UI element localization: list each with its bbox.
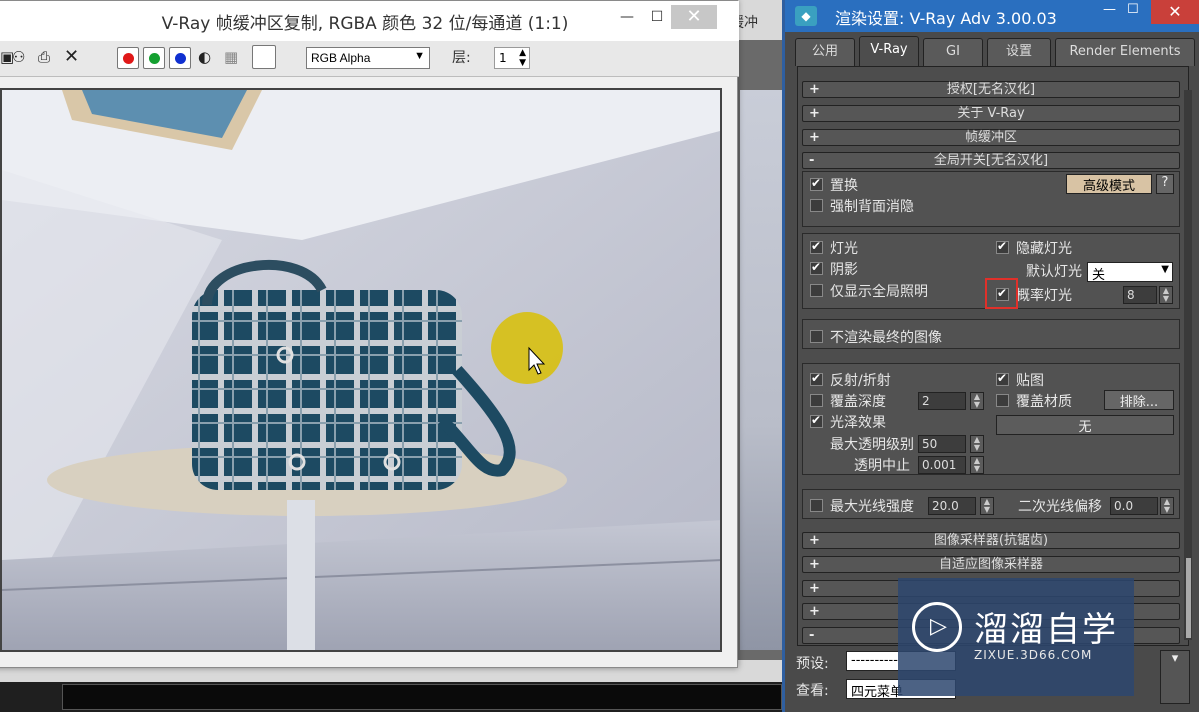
override-depth-spinner[interactable]: 2 [918,392,966,410]
probabilistic-lights-label: 概率灯光 [1016,288,1072,304]
highlight-box [985,278,1018,309]
vray-settings-pane: + 授权[无名汉化] + 关于 V-Ray + 帧缓冲区 - 全局开关[无名汉化] + 图… [797,66,1189,646]
lights-label: 灯光 [830,241,858,257]
lights-checkbox[interactable] [810,239,823,254]
force-backface-label: 强制背面消隐 [830,199,914,215]
help-button[interactable]: ? [1156,174,1174,194]
secondary-ray-bias-label: 二次光线偏移 [1018,499,1102,515]
reflection-refraction-checkbox[interactable] [810,371,823,386]
shadows-checkbox[interactable] [810,260,823,275]
rollout-global-switches[interactable]: - 全局开关[无名汉化] [802,152,1180,169]
rollout-frame-buffer[interactable]: + 帧缓冲区 [802,129,1180,146]
rollout-adaptive-sampler[interactable]: + 自适应图像采样器 [802,556,1180,573]
secondary-ray-bias-spinner[interactable]: 0.0 [1110,497,1158,515]
red-channel-button[interactable] [117,47,139,69]
background-color-swatch[interactable] [252,45,276,69]
max-ray-intensity-checkbox[interactable] [810,499,823,512]
maximize-button[interactable]: ☐ [1127,2,1139,17]
default-lights-select[interactable]: 关 ▼ [1087,262,1173,283]
gi-only-checkbox[interactable] [810,284,823,297]
tab-gi[interactable]: GI [923,38,983,66]
layer-label: 层: [452,50,471,66]
spinner-arrows[interactable]: ▲ ▼ [980,497,994,515]
render-scene [2,90,720,650]
render-settings-title: 渲染设置: V-Ray Adv 3.00.03 [835,9,1057,28]
binoculars-icon[interactable]: ⚇ [12,48,25,66]
rollout-authorization[interactable]: + 授权[无名汉化] [802,81,1180,98]
glossy-effects-label: 光泽效果 [830,415,886,431]
default-lights-label: 默认灯光 [1026,264,1082,280]
maps-label: 贴图 [1016,373,1044,389]
tab-bar: 公用 V-Ray GI 设置 Render Elements [795,36,1195,66]
spinner-arrows[interactable]: ▲ ▼ [970,392,984,410]
clear-icon[interactable]: ✕ [64,46,79,67]
max-ray-intensity-label: 最大光线强度 [830,499,914,515]
displacement-checkbox[interactable] [810,176,823,191]
glossy-effects-checkbox[interactable] [810,413,823,428]
exclude-button[interactable]: 排除... [1104,390,1174,410]
watermark: ▷ 溜溜自学 ZIXUE.3D66.COM [898,578,1134,696]
maximize-button[interactable]: ☐ [641,5,673,29]
watermark-subtext: ZIXUE.3D66.COM [974,648,1093,662]
minimize-button[interactable]: — [611,5,643,29]
view-label: 查看: [796,683,829,699]
override-material-label: 覆盖材质 [1016,394,1072,410]
max-transparency-label: 最大透明级别 [830,437,914,453]
play-logo-icon: ▷ [912,602,962,652]
shadows-label: 阴影 [830,262,858,278]
timeline-track[interactable] [62,684,782,710]
gi-only-label: 仅显示全局照明 [830,284,928,300]
rendered-image [0,88,722,652]
mono-icon[interactable]: ▦ [224,48,238,66]
max-transparency-spinner[interactable]: 50 [918,435,966,453]
transparency-cutoff-spinner[interactable]: 0.001 [918,456,966,474]
transparency-cutoff-label: 透明中止 [854,458,910,474]
layer-spinner[interactable]: 1 ▲ ▼ [494,47,530,69]
chevron-down-icon: ▼ [414,50,425,62]
blue-channel-button[interactable] [169,47,191,69]
dont-render-final-label: 不渲染最终的图像 [830,330,942,346]
chevron-down-icon: ▼ [1161,264,1169,275]
override-material-none-button[interactable]: 无 [996,415,1174,435]
hidden-lights-checkbox[interactable] [996,239,1009,254]
tab-common[interactable]: 公用 [795,38,855,66]
expert-mode-button[interactable]: 高级模式 [1066,174,1152,194]
tab-settings[interactable]: 设置 [987,38,1051,66]
close-button[interactable]: ✕ [1151,0,1199,24]
background-render-preview [740,90,784,650]
tab-render-elements[interactable]: Render Elements [1055,38,1195,66]
spinner-arrows[interactable]: ▲ ▼ [1160,497,1174,515]
print-icon[interactable]: ⎙ [38,48,50,66]
alpha-icon[interactable]: ◐ [198,48,211,66]
green-channel-button[interactable] [143,47,165,69]
reflection-refraction-label: 反射/折射 [830,373,891,389]
spinner-arrows[interactable]: ▲ ▼ [1159,286,1173,304]
render-settings-titlebar: ◆ 渲染设置: V-Ray Adv 3.00.03 — ☐ ✕ [785,0,1199,32]
render-dropdown-button[interactable]: ▾ [1160,650,1190,704]
scrollbar-thumb[interactable] [1186,558,1191,638]
watermark-text: 溜溜自学 [974,610,1118,650]
override-depth-label: 覆盖深度 [830,394,886,410]
override-material-checkbox[interactable] [996,394,1009,407]
preset-label: 预设: [796,656,829,672]
tab-vray[interactable]: V-Ray [859,36,919,66]
rollout-image-sampler[interactable]: + 图像采样器(抗锯齿) [802,532,1180,549]
max-ray-intensity-spinner[interactable]: 20.0 [928,497,976,515]
override-depth-checkbox[interactable] [810,394,823,407]
frame-buffer-title-text: V-Ray 帧缓冲区复制, RGBA 颜色 32 位/每通道 (1:1) [161,13,569,34]
force-backface-checkbox[interactable] [810,199,823,212]
probabilistic-lights-spinner[interactable]: 8 [1123,286,1157,304]
spinner-arrows[interactable]: ▲ ▼ [970,456,984,474]
3dsmax-icon: ◆ [795,6,817,26]
spinner-arrows[interactable]: ▲ ▼ [970,435,984,453]
channel-select[interactable]: RGB Alpha ▼ [306,47,430,69]
dont-render-final-checkbox[interactable] [810,330,823,343]
minimize-button[interactable]: — [1103,2,1116,17]
rollout-about-vray[interactable]: + 关于 V-Ray [802,105,1180,122]
displacement-label: 置换 [830,178,858,194]
close-button[interactable]: ✕ [671,5,717,29]
maps-checkbox[interactable] [996,371,1009,386]
hidden-lights-label: 隐藏灯光 [1016,241,1072,257]
